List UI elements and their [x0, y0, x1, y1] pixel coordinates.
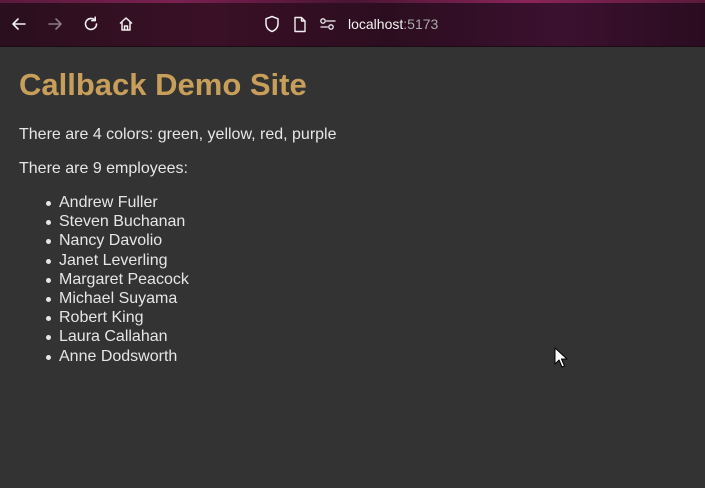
employee-list-item: Margaret Peacock [46, 270, 189, 288]
url-text[interactable]: localhost:5173 [348, 16, 438, 32]
page-content: Callback Demo Site There are 4 colors: g… [0, 47, 705, 488]
permissions-icon[interactable] [318, 14, 338, 34]
employee-list-item: Steven Buchanan [46, 212, 189, 231]
forward-button[interactable] [43, 12, 67, 36]
reload-icon [84, 16, 98, 31]
shield-icon[interactable] [262, 14, 282, 34]
employee-list-item: Michael Suyama [46, 289, 189, 308]
reload-button[interactable] [79, 12, 103, 36]
home-icon [119, 17, 133, 31]
employee-list-item: Laura Callahan [46, 327, 189, 346]
back-button[interactable] [7, 12, 31, 36]
employee-list-item: Janet Leverling [46, 251, 189, 270]
employees-count-text: There are 9 employees: [19, 160, 188, 177]
page-title: Callback Demo Site [19, 67, 307, 102]
back-arrow-icon [12, 18, 26, 30]
url-bar[interactable]: localhost:5173 [262, 10, 438, 38]
home-button[interactable] [114, 12, 138, 36]
employee-list-item: Robert King [46, 308, 189, 327]
toolbar-accent-line [0, 0, 705, 3]
page-icon[interactable] [290, 14, 310, 34]
browser-toolbar: localhost:5173 [0, 0, 705, 47]
forward-arrow-icon [48, 18, 62, 30]
url-host: localhost [348, 16, 404, 32]
employee-list-item: Nancy Davolio [46, 231, 189, 250]
employee-list: Andrew Fuller Steven Buchanan Nancy Davo… [19, 193, 189, 366]
mouse-cursor-icon [554, 347, 568, 374]
colors-text: There are 4 colors: green, yellow, red, … [19, 126, 337, 143]
url-port: :5173 [403, 16, 439, 32]
employee-list-item: Andrew Fuller [46, 193, 189, 212]
employee-list-item: Anne Dodsworth [46, 347, 189, 366]
